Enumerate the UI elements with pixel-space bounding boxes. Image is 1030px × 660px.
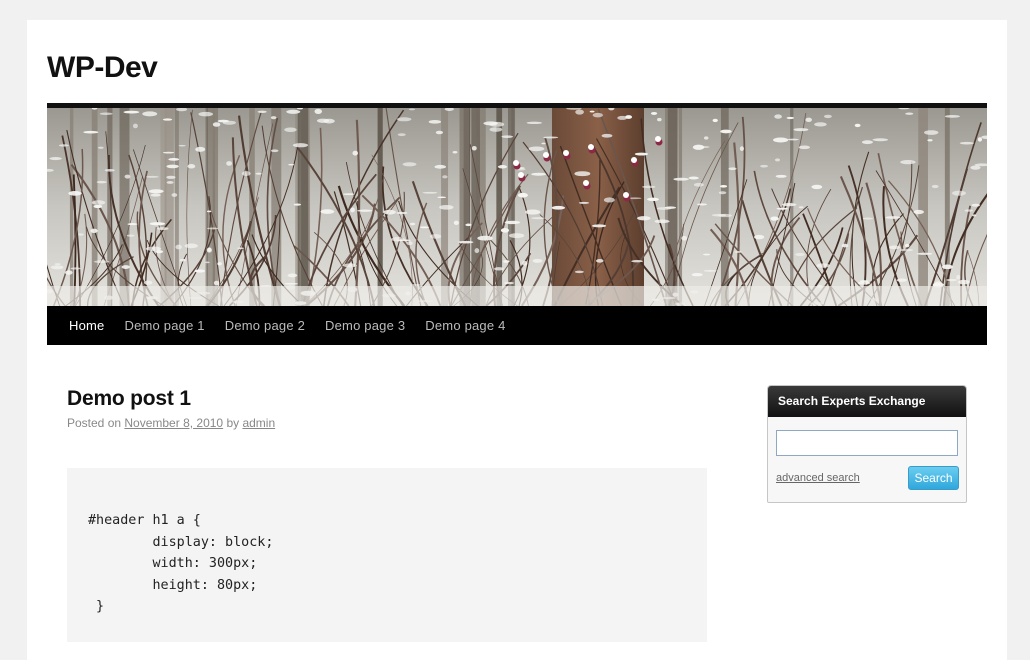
nav-item-demo-page-3[interactable]: Demo page 3 (315, 306, 415, 345)
main-navigation: Home Demo page 1 Demo page 2 Demo page 3… (47, 306, 987, 345)
nav-item-home[interactable]: Home (47, 306, 114, 345)
code-block: #header h1 a { display: block; width: 30… (67, 468, 707, 642)
nav-item-demo-page-2[interactable]: Demo page 2 (215, 306, 315, 345)
meta-prefix: Posted on (67, 416, 125, 430)
nav-item-demo-page-1[interactable]: Demo page 1 (114, 306, 214, 345)
search-widget: Search Experts Exchange advanced search … (767, 385, 967, 503)
nav-item-demo-page-4[interactable]: Demo page 4 (415, 306, 515, 345)
advanced-search-link[interactable]: advanced search (776, 472, 860, 484)
author-link[interactable]: admin (242, 416, 275, 430)
search-input[interactable] (776, 430, 958, 456)
page: WP-Dev Home Demo page 1 Demo page 2 Demo… (27, 20, 1007, 660)
search-button[interactable]: Search (908, 466, 959, 490)
header-image (47, 108, 987, 306)
post-date-link[interactable]: November 8, 2010 (124, 416, 223, 430)
post-title[interactable]: Demo post 1 (67, 384, 707, 414)
site-title[interactable]: WP-Dev (47, 50, 158, 86)
widget-title: Search Experts Exchange (768, 386, 966, 417)
post-meta: Posted on November 8, 2010 by admin (67, 414, 707, 432)
post-content: Demo post 1 Posted on November 8, 2010 b… (67, 384, 707, 642)
meta-by: by (223, 416, 243, 430)
